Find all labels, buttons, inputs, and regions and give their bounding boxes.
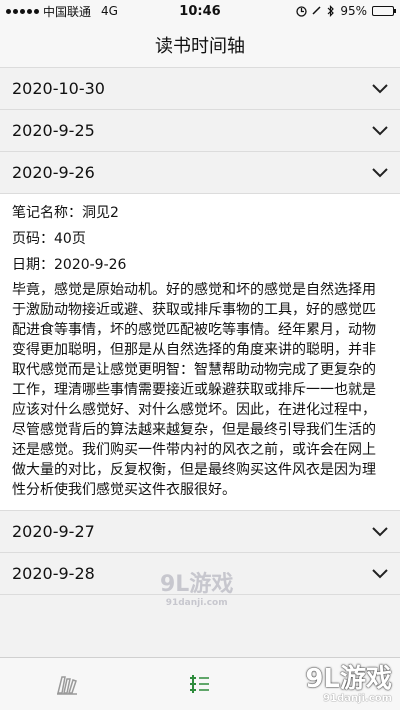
signal-strength-icon	[6, 8, 39, 14]
note-name: 笔记名称：洞见2	[12, 205, 119, 221]
note-content: 毕竟，感觉是原始动机。好的感觉和坏的感觉是自然选择用于激励动物接近或避、获取或排…	[12, 282, 376, 498]
watermark-center-main: 9L游戏	[160, 572, 234, 597]
chevron-down-icon	[372, 524, 388, 540]
date-label: 2020-9-27	[12, 522, 95, 541]
location-icon	[296, 5, 307, 17]
tab-timeline[interactable]	[170, 664, 230, 704]
page-title: 读书时间轴	[155, 35, 245, 57]
note-detail: 笔记名称：洞见2 页码：40页 日期：2020-9-26 毕竟，感觉是原始动机。…	[0, 194, 400, 511]
status-bar: 中国联通 4G 10:46 95%	[0, 0, 400, 22]
date-row-expanded[interactable]: 2020-9-26	[0, 152, 400, 194]
date-label: 2020-9-25	[12, 121, 95, 140]
watermark-sub: 91danji.com	[323, 693, 392, 704]
battery-percent: 95%	[340, 4, 367, 18]
timeline-icon	[189, 675, 209, 693]
date-label: 2020-10-30	[12, 79, 105, 98]
note-date: 日期：2020-9-26	[12, 257, 127, 273]
watermark-center-sub: 91danji.com	[165, 598, 228, 608]
date-row[interactable]: 2020-9-27	[0, 511, 400, 553]
watermark-center: 9L游戏 91danji.com	[160, 566, 233, 608]
note-page: 页码：40页	[12, 231, 86, 247]
date-row[interactable]: 2020-10-30	[0, 68, 400, 110]
carrier-label: 中国联通	[43, 4, 92, 19]
alarm-icon	[312, 6, 321, 15]
network-label: 4G	[101, 4, 118, 18]
date-label: 2020-9-28	[12, 564, 95, 583]
chevron-down-icon	[372, 81, 388, 97]
chevron-down-icon	[372, 123, 388, 139]
watermark-main: 9L游戏	[305, 664, 392, 694]
battery-icon	[372, 6, 396, 16]
nav-bar: 读书时间轴	[0, 22, 400, 68]
tab-bookshelf[interactable]	[37, 664, 97, 704]
date-label: 2020-9-26	[12, 163, 95, 182]
chevron-down-icon	[372, 566, 388, 582]
date-row[interactable]: 2020-9-25	[0, 110, 400, 152]
bluetooth-icon	[327, 5, 335, 17]
watermark-corner: 9L游戏 91danji.com	[305, 665, 392, 704]
book-stack-icon	[56, 676, 77, 695]
chevron-down-icon	[372, 165, 388, 181]
timeline-list: 2020-10-30 2020-9-25 2020-9-26 笔记名称：洞见2 …	[0, 68, 400, 595]
